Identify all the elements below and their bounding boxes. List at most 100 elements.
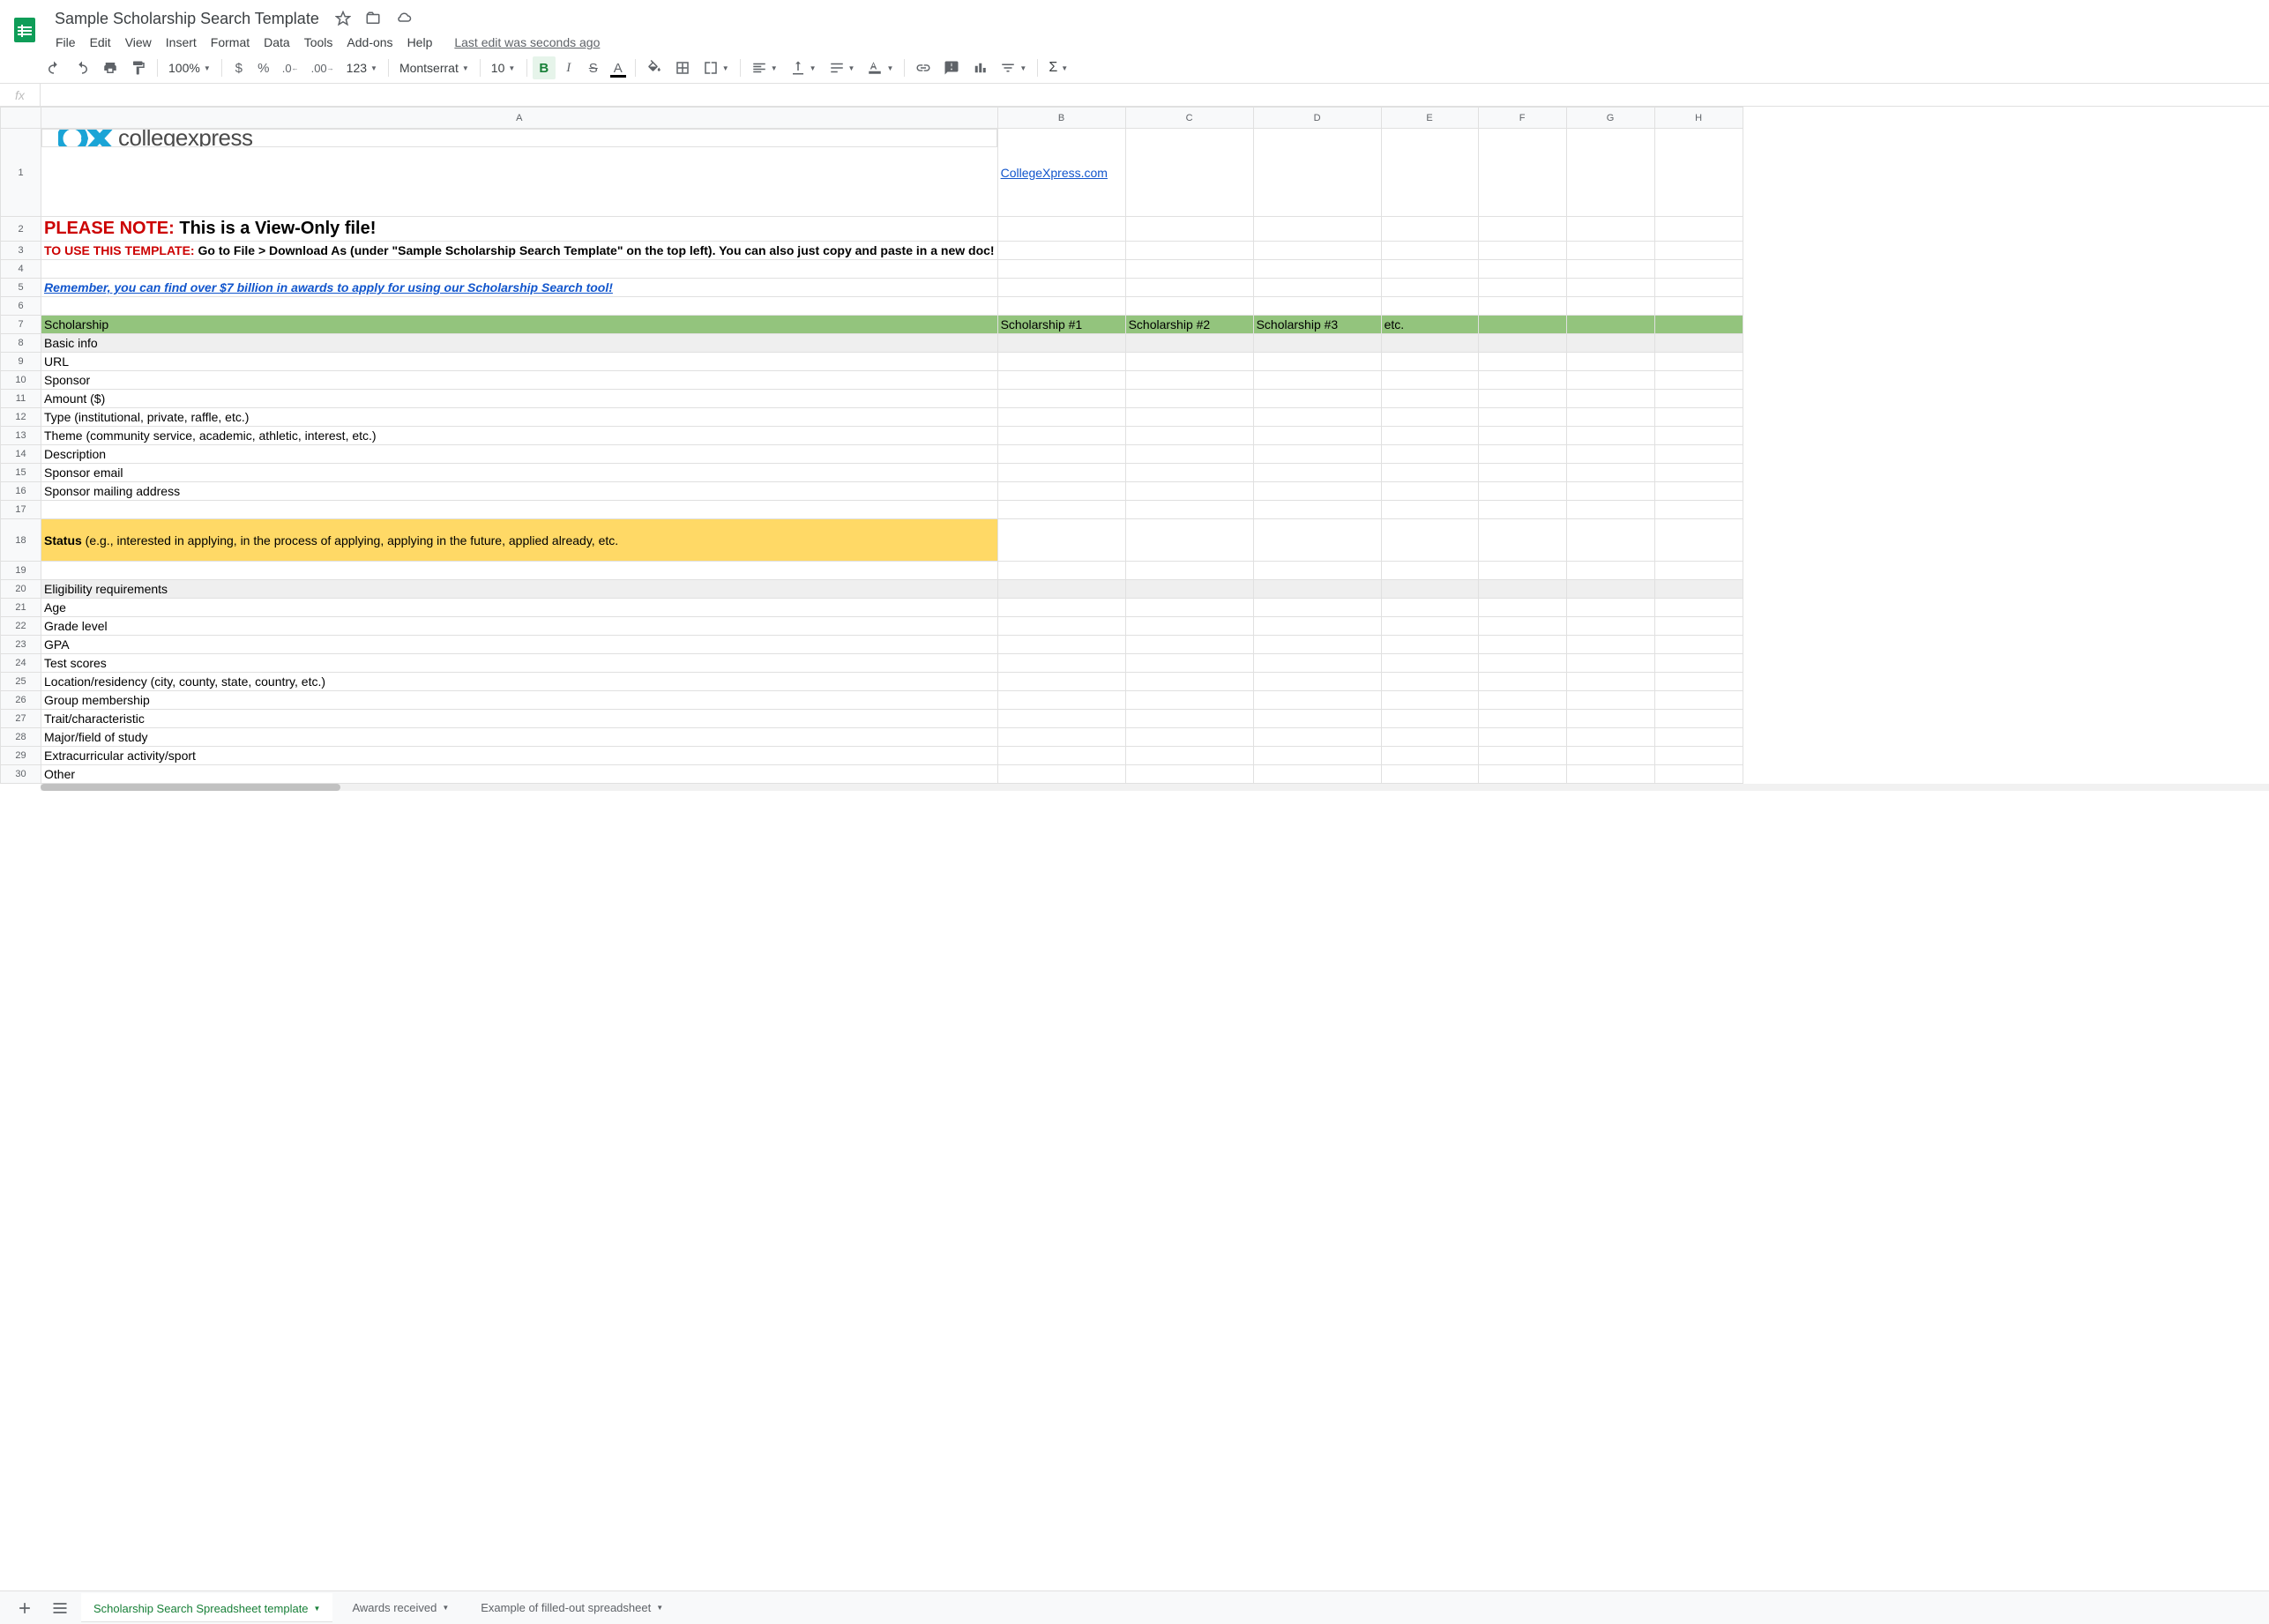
zoom-dropdown[interactable]: 100%▼ [163,57,216,78]
move-icon[interactable] [362,7,384,30]
cell[interactable] [1654,765,1743,784]
cell[interactable] [1566,747,1654,765]
cell[interactable] [997,445,1125,464]
col-header-h[interactable]: H [1654,108,1743,129]
redo-button[interactable] [69,56,95,79]
cell[interactable] [1381,673,1478,691]
cell[interactable] [1478,217,1566,242]
cell-d7[interactable]: Scholarship #3 [1253,316,1381,334]
cell[interactable] [1566,464,1654,482]
cell[interactable] [1654,129,1743,217]
cell[interactable] [997,519,1125,562]
cell[interactable] [1253,599,1381,617]
cell[interactable] [1381,691,1478,710]
col-header-c[interactable]: C [1125,108,1253,129]
cell[interactable] [1478,445,1566,464]
row-header[interactable]: 15 [1,464,41,482]
cell[interactable] [1125,390,1253,408]
cell[interactable] [1566,765,1654,784]
cell[interactable] [1125,445,1253,464]
insert-comment-button[interactable] [938,56,965,79]
cell[interactable] [1478,501,1566,519]
cell[interactable] [1566,617,1654,636]
cell[interactable] [1478,242,1566,260]
cell[interactable] [1253,710,1381,728]
cell[interactable] [1253,390,1381,408]
cell[interactable] [1253,747,1381,765]
cell[interactable] [1253,297,1381,316]
fill-color-button[interactable] [641,56,668,79]
cell[interactable] [1566,501,1654,519]
col-header-e[interactable]: E [1381,108,1478,129]
cell[interactable] [997,482,1125,501]
select-all-cell[interactable] [1,108,41,129]
cell[interactable] [1253,617,1381,636]
insert-link-button[interactable] [910,56,937,79]
cell[interactable] [1566,482,1654,501]
cell[interactable] [1381,654,1478,673]
cell-a26[interactable]: Group membership [41,691,998,710]
cell[interactable] [997,242,1125,260]
row-header[interactable]: 14 [1,445,41,464]
decrease-decimal-button[interactable]: .0← [277,56,304,79]
cell-a14[interactable]: Description [41,445,998,464]
menu-format[interactable]: Format [205,32,256,53]
row-header[interactable]: 4 [1,260,41,279]
cell[interactable] [997,371,1125,390]
cell-a20[interactable]: Eligibility requirements [41,580,998,599]
cell[interactable] [1253,673,1381,691]
cell[interactable] [1125,747,1253,765]
row-header[interactable]: 27 [1,710,41,728]
cell[interactable] [1381,728,1478,747]
col-header-d[interactable]: D [1253,108,1381,129]
cell[interactable] [1253,129,1381,217]
cell-a10[interactable]: Sponsor [41,371,998,390]
cell[interactable] [1125,334,1253,353]
cell-a22[interactable]: Grade level [41,617,998,636]
currency-button[interactable]: $ [228,56,250,79]
cell[interactable] [1478,279,1566,297]
cell[interactable] [1654,482,1743,501]
menu-view[interactable]: View [119,32,158,53]
cell[interactable] [997,501,1125,519]
row-header[interactable]: 12 [1,408,41,427]
bold-button[interactable]: B [533,56,556,79]
cell[interactable] [1478,617,1566,636]
row-header[interactable]: 11 [1,390,41,408]
cell[interactable] [1478,390,1566,408]
cell[interactable] [1253,408,1381,427]
row-header[interactable]: 17 [1,501,41,519]
cell[interactable] [1654,242,1743,260]
font-dropdown[interactable]: Montserrat▼ [394,57,474,78]
cell[interactable] [1654,353,1743,371]
spreadsheet-grid[interactable]: A B C D E F G H 1 collegexpress CollegeX… [0,107,1743,784]
cell[interactable] [1381,371,1478,390]
text-color-button[interactable]: A [607,56,630,79]
cell[interactable] [1381,242,1478,260]
cell[interactable] [1381,747,1478,765]
cell[interactable] [1381,353,1478,371]
row-header[interactable]: 30 [1,765,41,784]
cell[interactable] [1566,129,1654,217]
cell[interactable] [1253,562,1381,580]
cell[interactable] [1381,562,1478,580]
cell[interactable] [1654,691,1743,710]
cell[interactable] [1381,297,1478,316]
cell[interactable] [1566,316,1654,334]
cell-a12[interactable]: Type (institutional, private, raffle, et… [41,408,998,427]
cell[interactable] [1566,519,1654,562]
cell-a16[interactable]: Sponsor mailing address [41,482,998,501]
cell-a7[interactable]: Scholarship [41,316,998,334]
row-header[interactable]: 19 [1,562,41,580]
cell[interactable] [1125,129,1253,217]
cell[interactable] [997,580,1125,599]
font-size-dropdown[interactable]: 10▼ [486,57,521,78]
cell[interactable] [1566,636,1654,654]
cell-a27[interactable]: Trait/characteristic [41,710,998,728]
cell[interactable] [1381,710,1478,728]
col-header-f[interactable]: F [1478,108,1566,129]
cell-a28[interactable]: Major/field of study [41,728,998,747]
cell-a24[interactable]: Test scores [41,654,998,673]
format-123-dropdown[interactable]: 123▼ [341,57,383,78]
cell[interactable] [1253,519,1381,562]
